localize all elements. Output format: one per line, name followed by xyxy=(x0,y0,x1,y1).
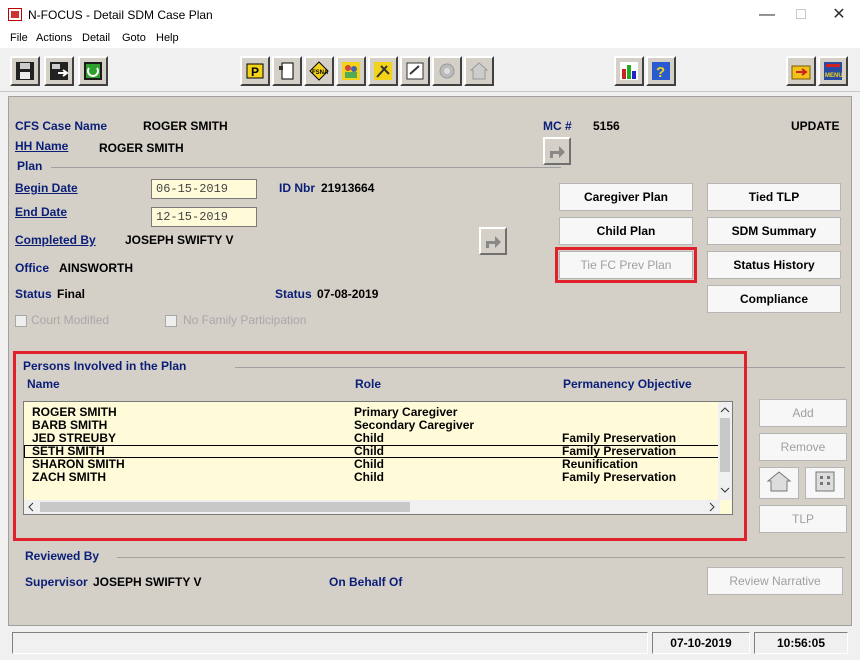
arrow-right-icon xyxy=(486,236,501,248)
status-date-label: Status xyxy=(275,287,312,301)
id-nbr-value: 21913664 xyxy=(321,181,375,195)
plan-group-line xyxy=(51,167,561,168)
svg-text:?: ? xyxy=(656,64,665,81)
begin-date-link[interactable]: Begin Date xyxy=(15,181,78,195)
save-exit-icon[interactable] xyxy=(44,56,74,86)
tied-tlp-button[interactable]: Tied TLP xyxy=(707,183,841,211)
status-time: 10:56:05 xyxy=(754,632,848,654)
cfs-case-label: CFS Case Name xyxy=(15,119,108,133)
chart-icon[interactable] xyxy=(614,56,644,86)
p-icon[interactable]: P xyxy=(240,56,270,86)
title-bar: N-FOCUS - Detail SDM Case Plan — □ ✕ xyxy=(0,0,860,30)
add-button[interactable]: Add xyxy=(759,399,847,427)
court-modified-label: Court Modified xyxy=(31,313,110,327)
caregiver-plan-button[interactable]: Caregiver Plan xyxy=(559,183,693,211)
house-icon[interactable] xyxy=(464,56,494,86)
end-date-field[interactable]: 12-15-2019 xyxy=(151,207,257,227)
on-behalf-label: On Behalf Of xyxy=(329,575,403,589)
completed-by-link[interactable]: Completed By xyxy=(15,233,96,247)
maximize-button[interactable]: □ xyxy=(786,4,816,26)
office-label: Office xyxy=(15,261,50,275)
status-message-area xyxy=(12,632,648,654)
help-icon[interactable]: ? xyxy=(646,56,676,86)
mode-indicator: UPDATE xyxy=(791,119,840,133)
close-button[interactable]: ✕ xyxy=(824,4,854,26)
reviewed-group-label: Reviewed By xyxy=(25,549,100,563)
review-narrative-button[interactable]: Review Narrative xyxy=(707,567,843,595)
house-person-button[interactable] xyxy=(759,467,799,499)
case-plan-panel: CFS Case Name ROGER SMITH HH Name ROGER … xyxy=(8,96,852,626)
people-icon[interactable] xyxy=(336,56,366,86)
no-family-label: No Family Participation xyxy=(183,313,307,327)
mc-label: MC # xyxy=(543,119,572,133)
menu-help[interactable]: Help xyxy=(156,32,179,44)
status-bar: 07-10-2019 10:56:05 xyxy=(8,630,852,656)
p-icon-label: P xyxy=(251,65,259,79)
supervisor-value: JOSEPH SWIFTY V xyxy=(93,575,202,589)
toolbar: P FSNA ? MENU xyxy=(0,50,860,92)
folder-icon[interactable] xyxy=(786,56,816,86)
minimize-button[interactable]: — xyxy=(752,4,782,26)
tie-fc-highlight xyxy=(555,247,697,283)
status-date: 07-10-2019 xyxy=(652,632,750,654)
id-nbr-label: ID Nbr xyxy=(279,181,315,195)
app-icon xyxy=(8,8,22,21)
menu-bar: File Actions Detail Goto Help xyxy=(0,30,860,48)
menu-goto[interactable]: Goto xyxy=(122,32,146,44)
notes-icon[interactable] xyxy=(400,56,430,86)
tlp-button[interactable]: TLP xyxy=(759,505,847,533)
compliance-button[interactable]: Compliance xyxy=(707,285,841,313)
no-family-checkbox[interactable] xyxy=(165,315,177,327)
arrow-right-icon xyxy=(550,146,565,158)
menu-icon[interactable]: MENU xyxy=(818,56,848,86)
office-value: AINSWORTH xyxy=(59,261,133,275)
completed-by-value: JOSEPH SWIFTY V xyxy=(125,233,234,247)
supervisor-label: Supervisor xyxy=(25,575,88,589)
reviewed-group-line xyxy=(117,557,845,558)
child-plan-button[interactable]: Child Plan xyxy=(559,217,693,245)
menu-detail[interactable]: Detail xyxy=(82,32,110,44)
end-date-link[interactable]: End Date xyxy=(15,205,67,219)
document-icon[interactable] xyxy=(272,56,302,86)
tools-icon[interactable] xyxy=(368,56,398,86)
mc-value: 5156 xyxy=(593,119,620,133)
cfs-case-value: ROGER SMITH xyxy=(143,119,228,133)
begin-date-field[interactable]: 06-15-2019 xyxy=(151,179,257,199)
application-window: N-FOCUS - Detail SDM Case Plan — □ ✕ Fil… xyxy=(0,0,860,660)
status-date-value: 07-08-2019 xyxy=(317,287,379,301)
save-icon[interactable] xyxy=(10,56,40,86)
building-icon xyxy=(815,471,835,492)
building-person-button[interactable] xyxy=(805,467,845,499)
window-title: N-FOCUS - Detail SDM Case Plan xyxy=(28,8,213,22)
house-icon xyxy=(766,471,792,492)
persons-highlight xyxy=(13,351,747,541)
hh-name-link[interactable]: HH Name xyxy=(15,139,68,153)
camera-icon[interactable] xyxy=(432,56,462,86)
status-label: Status xyxy=(15,287,52,301)
status-history-button[interactable]: Status History xyxy=(707,251,841,279)
refresh-icon[interactable] xyxy=(78,56,108,86)
menu-icon-label: MENU xyxy=(825,73,843,79)
status-value: Final xyxy=(57,287,86,301)
court-modified-checkbox[interactable] xyxy=(15,315,27,327)
menu-actions[interactable]: Actions xyxy=(36,32,72,44)
remove-button[interactable]: Remove xyxy=(759,433,847,461)
fsna-icon-label: FSNA xyxy=(312,70,329,76)
menu-file[interactable]: File xyxy=(10,32,28,44)
sdm-summary-button[interactable]: SDM Summary xyxy=(707,217,841,245)
plan-group-label: Plan xyxy=(17,159,43,173)
hh-name-value: ROGER SMITH xyxy=(99,141,184,155)
fsna-icon[interactable]: FSNA xyxy=(304,56,334,86)
mc-arrow-button[interactable] xyxy=(543,137,571,165)
plan-arrow-button[interactable] xyxy=(479,227,507,255)
